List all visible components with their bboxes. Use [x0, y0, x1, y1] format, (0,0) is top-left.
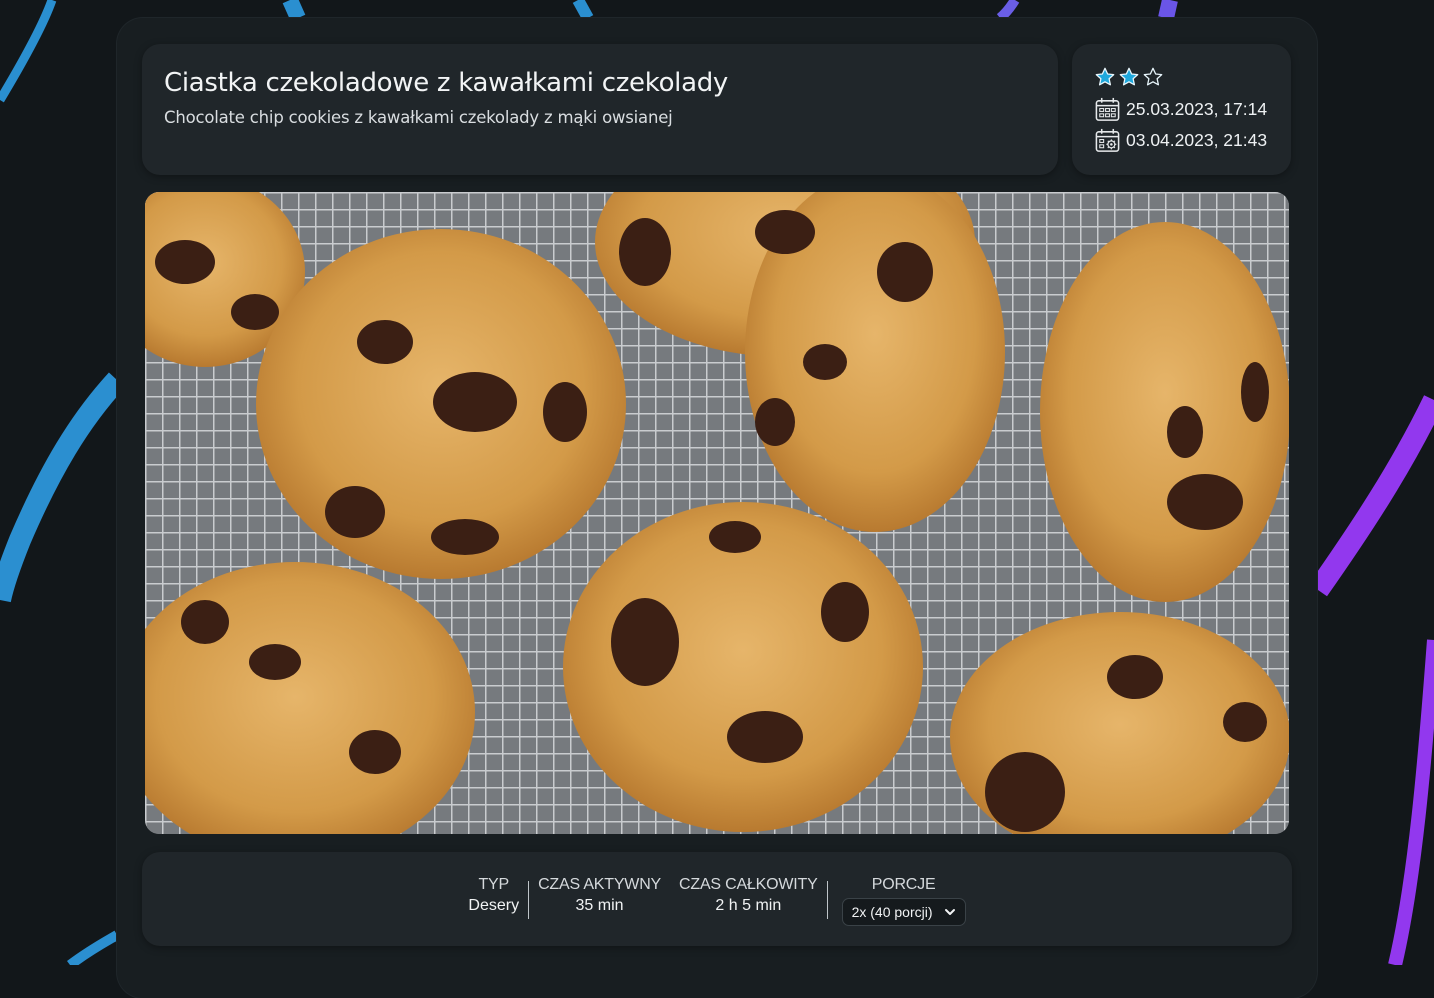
active-time-value: 35 min — [575, 897, 624, 914]
info-panel: TYP Desery CZAS AKTYWNY 35 min CZAS CAŁK… — [142, 852, 1292, 946]
created-date-row: 25.03.2023, 17:14 — [1094, 96, 1267, 123]
recipe-title: Ciastka czekoladowe z kawałkami czekolad… — [164, 68, 729, 98]
portions-label: PORCJE — [871, 876, 936, 893]
active-time-label: CZAS AKTYWNY — [538, 876, 662, 893]
modified-date: 03.04.2023, 21:43 — [1126, 130, 1268, 150]
portions-select[interactable]: 2x (40 porcji) — [841, 898, 966, 926]
type-field: TYP Desery — [459, 874, 528, 916]
calendar-icon — [1095, 97, 1120, 121]
rating-stars[interactable] — [1094, 66, 1164, 88]
portions-field: PORCJE 2x (40 porcji) — [828, 874, 975, 926]
portions-selected-value: 2x (40 porcji) — [851, 904, 933, 920]
recipe-subtitle: Chocolate chip cookies z kawałkami czeko… — [164, 108, 673, 127]
total-time-label: CZAS CAŁKOWITY — [679, 876, 818, 893]
recipe-photo — [145, 192, 1289, 834]
total-time-field: CZAS CAŁKOWITY 2 h 5 min — [670, 874, 827, 916]
title-panel: Ciastka czekoladowe z kawałkami czekolad… — [142, 44, 1058, 175]
type-label: TYP — [478, 876, 509, 893]
star-filled-icon[interactable] — [1094, 66, 1116, 88]
meta-panel: 25.03.2023, 17:14 03.04.2023, 21:43 — [1072, 44, 1291, 175]
star-filled-icon[interactable] — [1118, 66, 1140, 88]
calendar-gear-icon — [1095, 128, 1120, 152]
modified-date-row: 03.04.2023, 21:43 — [1094, 127, 1267, 154]
total-time-value: 2 h 5 min — [715, 897, 782, 914]
recipe-info-bar: TYP Desery CZAS AKTYWNY 35 min CZAS CAŁK… — [142, 874, 1292, 926]
active-time-field: CZAS AKTYWNY 35 min — [529, 874, 670, 916]
cookies — [145, 192, 1289, 834]
chevron-down-icon — [944, 909, 955, 915]
star-empty-icon[interactable] — [1142, 66, 1164, 88]
type-value: Desery — [468, 897, 520, 914]
created-date: 25.03.2023, 17:14 — [1126, 99, 1268, 119]
